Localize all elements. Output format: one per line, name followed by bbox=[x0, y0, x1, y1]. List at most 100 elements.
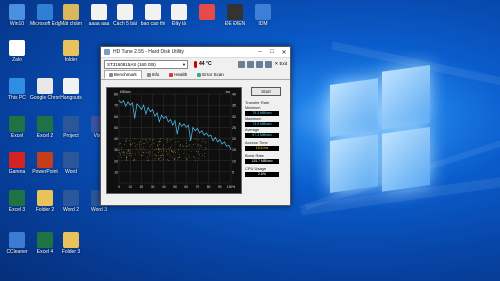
app-shortcut-icon bbox=[37, 78, 53, 94]
app-shortcut-icon bbox=[199, 4, 215, 20]
desktop-icon[interactable]: CCleaner bbox=[2, 232, 32, 255]
transfer-rate-point bbox=[185, 127, 187, 128]
tab-benchmark[interactable]: Benchmark bbox=[104, 70, 142, 79]
access-time-point bbox=[169, 140, 171, 141]
access-time-point bbox=[128, 149, 129, 151]
x-tick-label: 40 bbox=[162, 185, 166, 189]
desktop-icon[interactable]: Word 2 bbox=[56, 190, 86, 213]
access-time-point bbox=[127, 150, 129, 152]
desktop-icon-label: CCleaner bbox=[6, 249, 28, 255]
start-button[interactable]: Start bbox=[251, 87, 281, 96]
app-shortcut-icon bbox=[117, 4, 133, 20]
exit-button[interactable]: ✕ Exit bbox=[274, 61, 287, 67]
tab-health[interactable]: Health bbox=[164, 70, 192, 79]
title-bar[interactable]: HD Tune 2.55 - Hard Disk Utility – □ ✕ bbox=[101, 47, 290, 58]
save-icon[interactable] bbox=[247, 60, 255, 68]
access-time-point bbox=[129, 150, 131, 152]
desktop-icon-label: Project bbox=[63, 133, 79, 139]
x-tick-label: 70 bbox=[196, 185, 200, 189]
desktop-icon-label: Win10 bbox=[9, 21, 25, 27]
tab-error-scan[interactable]: Error Scan bbox=[192, 70, 229, 79]
x-tick-label: 30 bbox=[151, 185, 155, 189]
desktop-icon[interactable]: Win10 bbox=[2, 4, 32, 27]
access-time-point bbox=[143, 152, 145, 154]
access-time-point bbox=[120, 142, 121, 144]
transfer-rate-point bbox=[152, 109, 153, 110]
desktop-icon[interactable]: Folder 3 bbox=[56, 232, 86, 255]
tab-info[interactable]: Info bbox=[142, 70, 165, 79]
access-time-point bbox=[195, 138, 197, 140]
transfer-rate-point bbox=[125, 105, 127, 107]
desktop-icon[interactable]: Word bbox=[56, 152, 86, 175]
y-tick-label: 30 bbox=[114, 148, 118, 152]
maximize-icon[interactable]: □ bbox=[266, 49, 278, 55]
transfer-rate-point bbox=[165, 115, 167, 117]
app-icon bbox=[104, 49, 110, 55]
access-time-point bbox=[202, 155, 203, 157]
access-time-point bbox=[169, 147, 171, 148]
desktop-icon[interactable]: Zalo bbox=[2, 40, 32, 63]
access-time-point bbox=[165, 148, 167, 150]
drive-select[interactable]: ST3160815AS (160 GB) ▼ bbox=[104, 59, 188, 69]
access-time-point bbox=[192, 143, 194, 145]
y-tick-label: 40 bbox=[114, 137, 118, 141]
desktop-icon-label: Excel bbox=[10, 133, 24, 139]
desktop-icon[interactable]: Cách 5 bài bbox=[110, 4, 140, 27]
access-time-point bbox=[198, 139, 199, 141]
access-time-point bbox=[121, 147, 122, 148]
info-icon[interactable] bbox=[265, 60, 273, 68]
transfer-rate-point bbox=[156, 112, 158, 114]
access-time-point bbox=[185, 157, 186, 159]
hdtune-window: HD Tune 2.55 - Hard Disk Utility – □ ✕ S… bbox=[100, 46, 291, 206]
access-time-point bbox=[144, 143, 145, 144]
y-tick-label-right: 40 bbox=[232, 93, 236, 97]
minimize-icon[interactable]: – bbox=[254, 49, 266, 55]
access-time-point bbox=[187, 158, 188, 160]
options-icon[interactable] bbox=[256, 60, 264, 68]
access-time-point bbox=[186, 145, 188, 147]
transfer-rate-point bbox=[221, 143, 223, 145]
access-time-point bbox=[166, 141, 168, 143]
access-time-point bbox=[119, 152, 120, 154]
access-time-point bbox=[159, 148, 161, 149]
app-shortcut-icon bbox=[37, 116, 53, 132]
window-title: HD Tune 2.55 - Hard Disk Utility bbox=[113, 49, 184, 55]
transfer-rate-point bbox=[190, 140, 191, 142]
desktop-icon[interactable]: Garena bbox=[2, 152, 32, 175]
access-time-point bbox=[194, 157, 195, 158]
desktop-icon[interactable]: ĐỀ ĐIỆN bbox=[220, 4, 250, 27]
desktop-icon[interactable]: Excel 3 bbox=[2, 190, 32, 213]
transfer-rate-heading: Transfer Rate bbox=[245, 100, 270, 105]
access-time-point bbox=[183, 153, 185, 154]
copy-icon[interactable] bbox=[238, 60, 246, 68]
desktop-icon[interactable]: This PC bbox=[2, 78, 32, 101]
access-time-point bbox=[146, 142, 148, 143]
toolbar: ST3160815AS (160 GB) ▼ 44 °C ✕ Exit bbox=[101, 58, 290, 70]
app-shortcut-icon bbox=[63, 232, 79, 248]
windows-logo bbox=[330, 64, 430, 195]
close-icon[interactable]: ✕ bbox=[278, 49, 290, 56]
desktop-icon[interactable]: Mất chấm bbox=[56, 4, 86, 27]
access-time-point bbox=[140, 148, 142, 150]
thermometer-icon bbox=[194, 60, 197, 68]
desktop-icon[interactable] bbox=[192, 4, 222, 21]
access-time-point bbox=[130, 155, 132, 157]
access-time-point bbox=[154, 149, 156, 150]
access-time-point bbox=[148, 139, 150, 141]
transfer-rate-point bbox=[208, 135, 209, 137]
access-time-point bbox=[198, 152, 199, 154]
x-tick-label: 60 bbox=[184, 185, 188, 189]
desktop-icon[interactable]: Hangouts bbox=[56, 78, 86, 101]
access-time-point bbox=[163, 150, 165, 152]
desktop-icon[interactable]: folder bbox=[56, 40, 86, 63]
desktop-icon[interactable]: Project bbox=[56, 116, 86, 139]
desktop-icon[interactable]: Đây là bbox=[164, 4, 194, 27]
access-time-point bbox=[137, 151, 139, 153]
desktop-icon[interactable]: IDM bbox=[248, 4, 278, 27]
access-time-point bbox=[202, 138, 204, 140]
average-value: 57.3 MB/sec bbox=[245, 133, 279, 138]
minimum-label: Minimum bbox=[245, 106, 261, 110]
desktop-icon[interactable]: Excel bbox=[2, 116, 32, 139]
transfer-rate-point bbox=[136, 103, 138, 105]
access-time-point bbox=[190, 151, 192, 152]
